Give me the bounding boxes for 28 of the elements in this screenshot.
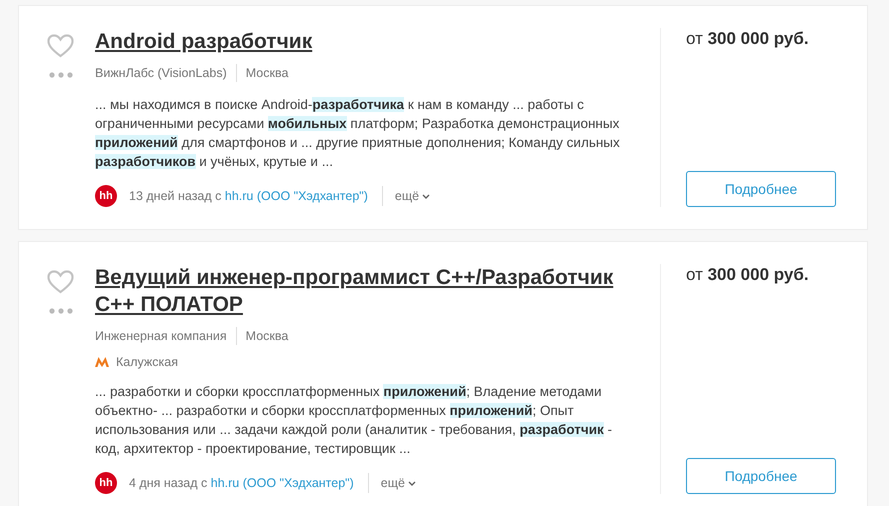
- caret-icon[interactable]: [408, 480, 416, 486]
- details-button[interactable]: Подробнее: [686, 171, 836, 207]
- posted-info: 13 дней назад с hh.ru (ООО "Хэдхантер"): [129, 186, 383, 206]
- more-link[interactable]: ещё: [380, 476, 416, 490]
- city-name: Москва: [244, 329, 288, 343]
- heart-icon[interactable]: [47, 270, 74, 294]
- more-dots-icon[interactable]: [49, 308, 73, 314]
- salary: от 300 000 руб.: [686, 28, 810, 50]
- metro-icon: [95, 357, 109, 367]
- company-name: Инженерная компания: [95, 327, 237, 345]
- source-logo: hh: [95, 472, 117, 494]
- source-logo: hh: [95, 185, 117, 207]
- details-button[interactable]: Подробнее: [686, 458, 836, 494]
- company-name: ВижнЛабс (VisionLabs): [95, 64, 237, 82]
- vacancy-title-link[interactable]: Ведущий инженер-программист С++/Разработчик С++ ПОЛАТОР: [95, 264, 635, 318]
- metro-station: Калужская: [116, 355, 178, 369]
- source-link[interactable]: hh.ru (ООО "Хэдхантер"): [210, 476, 354, 490]
- salary: от 300 000 руб.: [686, 264, 810, 286]
- vacancy-title-link[interactable]: Android разработчик: [95, 28, 635, 55]
- source-link[interactable]: hh.ru (ООО "Хэдхантер"): [224, 189, 368, 203]
- more-link[interactable]: ещё: [394, 189, 430, 203]
- vacancy-snippet: ... разработки и сборки кроссплатформенных приложений; Владение методами объектно- ... разработки и сборки кроссплатформенных приложений; Опыт использования или ... задачи каждой роли (аналитик - требования, разработчик - код, архитектор - проектирование, тестировщик ...: [95, 383, 614, 458]
- heart-icon[interactable]: [47, 34, 74, 58]
- caret-icon[interactable]: [422, 194, 430, 198]
- vacancy-snippet: ... мы находимся в поиске Android-разработчика к нам в команду ... работы с ограниченными ресурсами мобильных платформ; Разработка демонстрационных приложений для смартфонов и ... другие приятные дополнения; Команду сильных разработчиков и учёных, крутые и ...: [95, 96, 621, 171]
- more-dots-icon[interactable]: [49, 72, 73, 78]
- posted-info: 4 дня назад с hh.ru (ООО "Хэдхантер"): [129, 473, 369, 493]
- city-name: Москва: [244, 66, 288, 80]
